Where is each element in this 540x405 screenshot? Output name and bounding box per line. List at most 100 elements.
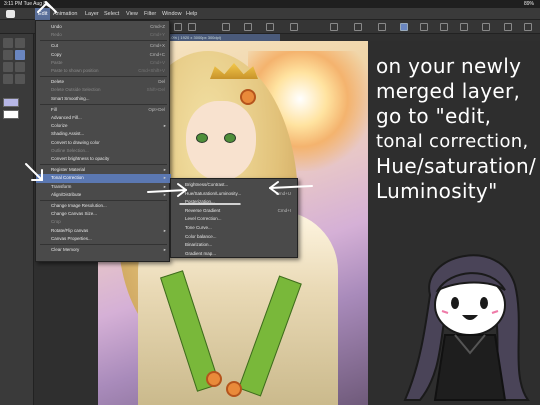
menu-item-shortcut: Cmd+Y <box>149 32 165 38</box>
menu-item-label: Register Material <box>51 167 86 173</box>
menu-item-label: Change Image Resolution... <box>51 203 107 208</box>
edit-menu-item[interactable]: Change Canvas Size... <box>36 210 171 218</box>
menu-item-label: Rotate/Flip canvas <box>51 227 89 233</box>
menu-item-label: Reverse Gradient <box>185 207 221 213</box>
menu-item-label: Advanced Fill... <box>51 115 82 120</box>
menu-separator <box>40 200 167 201</box>
toolbar-button[interactable] <box>244 23 252 31</box>
tool-button[interactable] <box>3 62 13 72</box>
toolbar-button[interactable] <box>460 23 468 31</box>
menu-view[interactable]: View <box>123 8 141 20</box>
note-line: tonal correction, <box>376 131 529 152</box>
edit-menu-item: Crop <box>36 218 171 226</box>
edit-menu-item[interactable]: Advanced Fill... <box>36 114 171 122</box>
toolbar-button[interactable] <box>174 23 182 31</box>
toolbar-button[interactable] <box>354 23 362 31</box>
edit-menu-item[interactable]: Canvas Properties... <box>36 235 171 243</box>
tonal-submenu-item[interactable]: Tone Curve... <box>171 224 299 232</box>
tonal-submenu-item[interactable]: Level Correction... <box>171 215 299 223</box>
tool-button[interactable] <box>15 74 25 84</box>
tonal-submenu-item[interactable]: Brightness/Contrast... <box>171 181 299 189</box>
tonal-submenu-item[interactable]: Reverse Gradient Cmd+I <box>171 207 299 215</box>
menu-item-label: Redo <box>51 32 62 38</box>
edit-menu-item[interactable]: Transform ▸ <box>36 183 171 191</box>
edit-menu-item: Paste Cmd+V <box>36 59 171 67</box>
sub-color-swatch[interactable] <box>3 110 19 119</box>
tonal-submenu-item[interactable]: Hue/Saturation/Luminosity... Cmd+U <box>171 190 299 198</box>
submenu-chevron-icon: ▸ <box>163 191 166 197</box>
tool-button[interactable] <box>3 50 13 60</box>
submenu-chevron-icon: ▸ <box>163 123 166 129</box>
toolbar-button[interactable] <box>420 23 428 31</box>
edit-menu-item[interactable]: Convert to drawing color <box>36 139 171 147</box>
tool-button[interactable] <box>15 38 25 48</box>
toolbar-button[interactable] <box>440 23 448 31</box>
dress-flower <box>226 381 242 397</box>
edit-menu-item[interactable]: Change Image Resolution... <box>36 202 171 210</box>
menu-item-label: Color balance... <box>185 233 217 239</box>
toolbar-button[interactable] <box>378 23 386 31</box>
menu-item-label: Shading Assist... <box>51 131 85 137</box>
main-color-swatch[interactable] <box>3 98 19 107</box>
toolbar-button[interactable] <box>524 23 532 31</box>
chibi-doodle <box>403 254 530 401</box>
edit-menu-item[interactable]: Convert brightness to opacity <box>36 155 171 163</box>
menu-item-shortcut: Del <box>158 79 165 85</box>
toolbar-button[interactable] <box>290 23 298 31</box>
edit-menu-item[interactable]: Smart Smoothing... <box>36 95 171 103</box>
menu-animation[interactable]: Animation <box>50 8 80 20</box>
menu-item-label: Align/Distribute <box>51 191 82 197</box>
canvas-tab[interactable]: * (0.0% | 1920 x 3000px 300dpi) <box>160 34 280 41</box>
edit-menu-item[interactable]: Delete Del <box>36 78 171 86</box>
screen: 3:11 PM Tue Aug 8 89% Edit Animation Lay… <box>0 0 540 405</box>
menu-item-label: Tone Curve... <box>185 225 212 230</box>
menu-filter[interactable]: Filter <box>141 8 159 20</box>
toolbar-button[interactable] <box>222 23 230 31</box>
edit-menu-item: Paste to shown position Cmd+Shift+V <box>36 67 171 75</box>
menu-edit[interactable]: Edit <box>35 8 51 20</box>
tool-button[interactable] <box>15 50 25 60</box>
toolbar-button[interactable] <box>482 23 490 31</box>
tonal-submenu-item[interactable]: Gradient map... <box>171 250 299 258</box>
edit-menu-item[interactable]: Rotate/Flip canvas ▸ <box>36 227 171 235</box>
tonal-submenu-item[interactable]: Color balance... <box>171 233 299 241</box>
note-line: Luminosity" <box>376 179 498 203</box>
menu-item-label: Posterization... <box>185 199 215 205</box>
menu-item-shortcut: Cmd+Z <box>150 24 165 29</box>
tool-button[interactable] <box>3 74 13 84</box>
menu-item-label: Fill <box>51 106 57 112</box>
tool-button[interactable] <box>3 38 13 48</box>
tonal-submenu-item[interactable]: Posterization... <box>171 198 299 206</box>
note-line: Hue/saturation/ <box>376 154 536 178</box>
menu-help[interactable]: Help <box>183 8 200 20</box>
tonal-submenu-item[interactable]: Binarization... <box>171 241 299 249</box>
menu-item-label: Outline Selection... <box>51 147 89 153</box>
edit-menu-item[interactable]: Tonal Correction ▸ <box>36 174 171 183</box>
menu-item-label: Crop <box>51 219 61 225</box>
tool-button[interactable] <box>15 62 25 72</box>
toolbar-button[interactable] <box>266 23 274 31</box>
edit-menu-item[interactable]: Cut Cmd+X <box>36 42 171 50</box>
menu-item-shortcut: Cmd+C <box>149 51 165 57</box>
edit-menu-item[interactable]: Undo Cmd+Z <box>36 23 171 31</box>
submenu-chevron-icon: ▸ <box>163 227 166 233</box>
hair-flower <box>240 89 256 105</box>
app-logo-icon[interactable] <box>6 10 15 18</box>
edit-menu-item[interactable]: Align/Distribute ▸ <box>36 191 171 199</box>
eye-shape <box>196 133 208 143</box>
menu-item-label: Tonal Correction <box>51 175 84 181</box>
menu-layer[interactable]: Layer <box>82 8 102 20</box>
menu-item-label: Gradient map... <box>185 250 217 256</box>
pen-tool-button[interactable] <box>400 23 408 31</box>
edit-menu-item[interactable]: Clear Memory ▸ <box>36 246 171 254</box>
toolbar-button[interactable] <box>504 23 512 31</box>
toolbar-button[interactable] <box>188 23 196 31</box>
edit-menu-item[interactable]: Shading Assist... <box>36 130 171 138</box>
toolbar-button[interactable] <box>330 23 338 31</box>
edit-menu-item[interactable]: Colorize ▸ <box>36 122 171 130</box>
edit-menu-item[interactable]: Copy Cmd+C <box>36 51 171 59</box>
edit-menu-item[interactable]: Register Material ▸ <box>36 166 171 174</box>
edit-menu-item[interactable]: Fill Opt+Del <box>36 106 171 114</box>
menu-window[interactable]: Window <box>159 8 185 20</box>
menu-select[interactable]: Select <box>101 8 122 20</box>
